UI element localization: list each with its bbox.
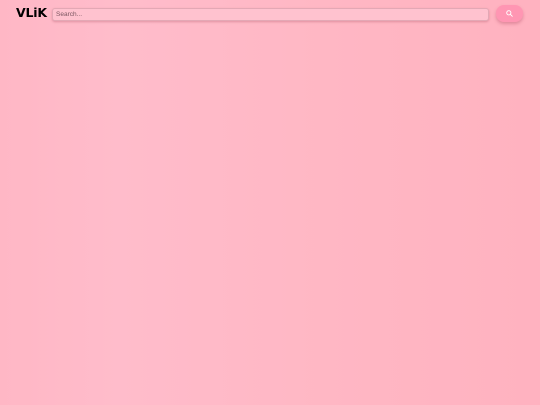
search-input[interactable] (52, 8, 489, 21)
search-button[interactable] (496, 5, 523, 22)
search-icon (506, 10, 513, 17)
top-bar: VLiK (0, 0, 540, 32)
site-logo[interactable]: VLiK (16, 6, 47, 19)
